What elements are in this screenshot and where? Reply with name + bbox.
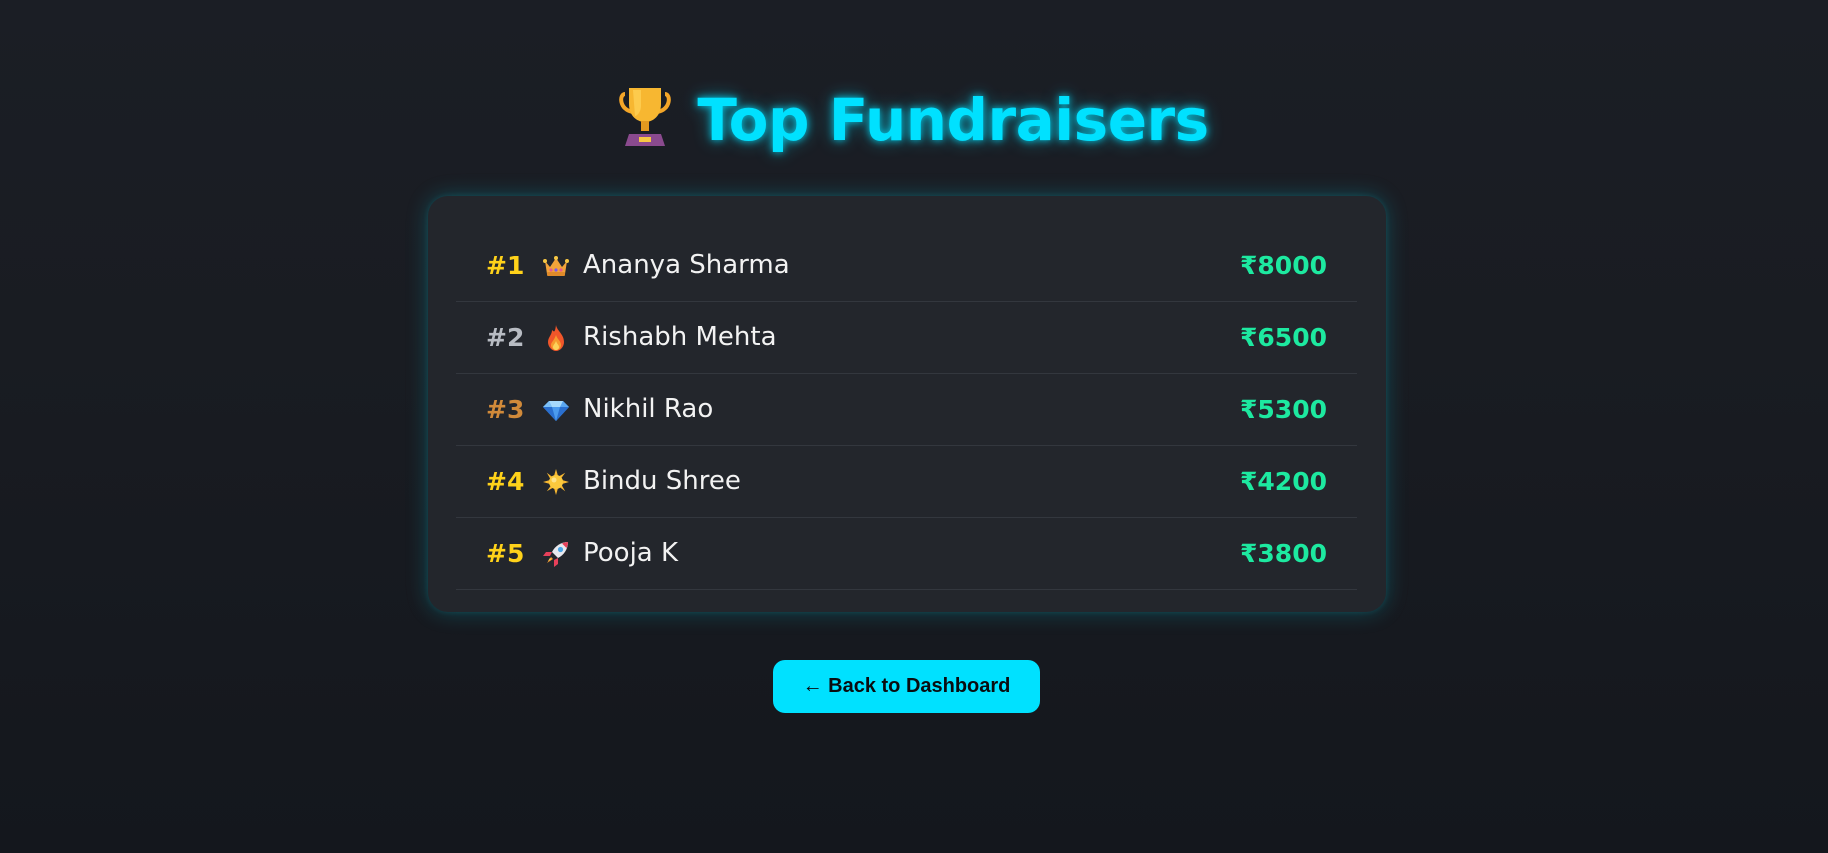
rocket-icon bbox=[543, 542, 568, 567]
rank-label: #2 bbox=[486, 323, 525, 352]
amount-raised: ₹4200 bbox=[1240, 467, 1327, 496]
leaderboard-row: #1 Ananya Sharma ₹8000 bbox=[456, 230, 1357, 302]
rank-label: #3 bbox=[486, 395, 525, 424]
leaderboard-list: #1 Ananya Sharma ₹8000 #2 Rishabh Mehta … bbox=[456, 230, 1357, 590]
rank-label: #5 bbox=[486, 539, 525, 568]
star-burst-icon bbox=[543, 469, 569, 495]
fire-icon bbox=[548, 325, 564, 351]
leaderboard-row: #3 Nikhil Rao ₹5300 bbox=[456, 374, 1357, 446]
leaderboard-card: #1 Ananya Sharma ₹8000 #2 Rishabh Mehta … bbox=[428, 196, 1386, 612]
amount-raised: ₹6500 bbox=[1240, 323, 1327, 352]
leaderboard-row: #2 Rishabh Mehta ₹6500 bbox=[456, 302, 1357, 374]
page-title: Top Fundraisers bbox=[0, 82, 1828, 158]
back-to-dashboard-button[interactable]: ← Back to Dashboard bbox=[773, 660, 1040, 713]
leaderboard-row: #5 Pooja K ₹3800 bbox=[456, 518, 1357, 590]
fundraiser-name: Bindu Shree bbox=[583, 466, 741, 496]
crown-icon bbox=[543, 256, 569, 276]
rank-label: #1 bbox=[486, 251, 525, 280]
fundraiser-name: Rishabh Mehta bbox=[583, 322, 777, 352]
fundraiser-name: Ananya Sharma bbox=[583, 250, 790, 280]
rank-label: #4 bbox=[486, 467, 525, 496]
trophy-icon bbox=[619, 88, 672, 146]
leaderboard-row: #4 Bindu Shree ₹4200 bbox=[456, 446, 1357, 518]
fundraiser-name: Pooja K bbox=[583, 538, 679, 568]
amount-raised: ₹3800 bbox=[1240, 539, 1327, 568]
gem-icon bbox=[543, 401, 569, 421]
amount-raised: ₹8000 bbox=[1240, 251, 1327, 280]
page-title-text: Top Fundraisers bbox=[697, 86, 1209, 154]
fundraiser-name: Nikhil Rao bbox=[583, 394, 714, 424]
amount-raised: ₹5300 bbox=[1240, 395, 1327, 424]
